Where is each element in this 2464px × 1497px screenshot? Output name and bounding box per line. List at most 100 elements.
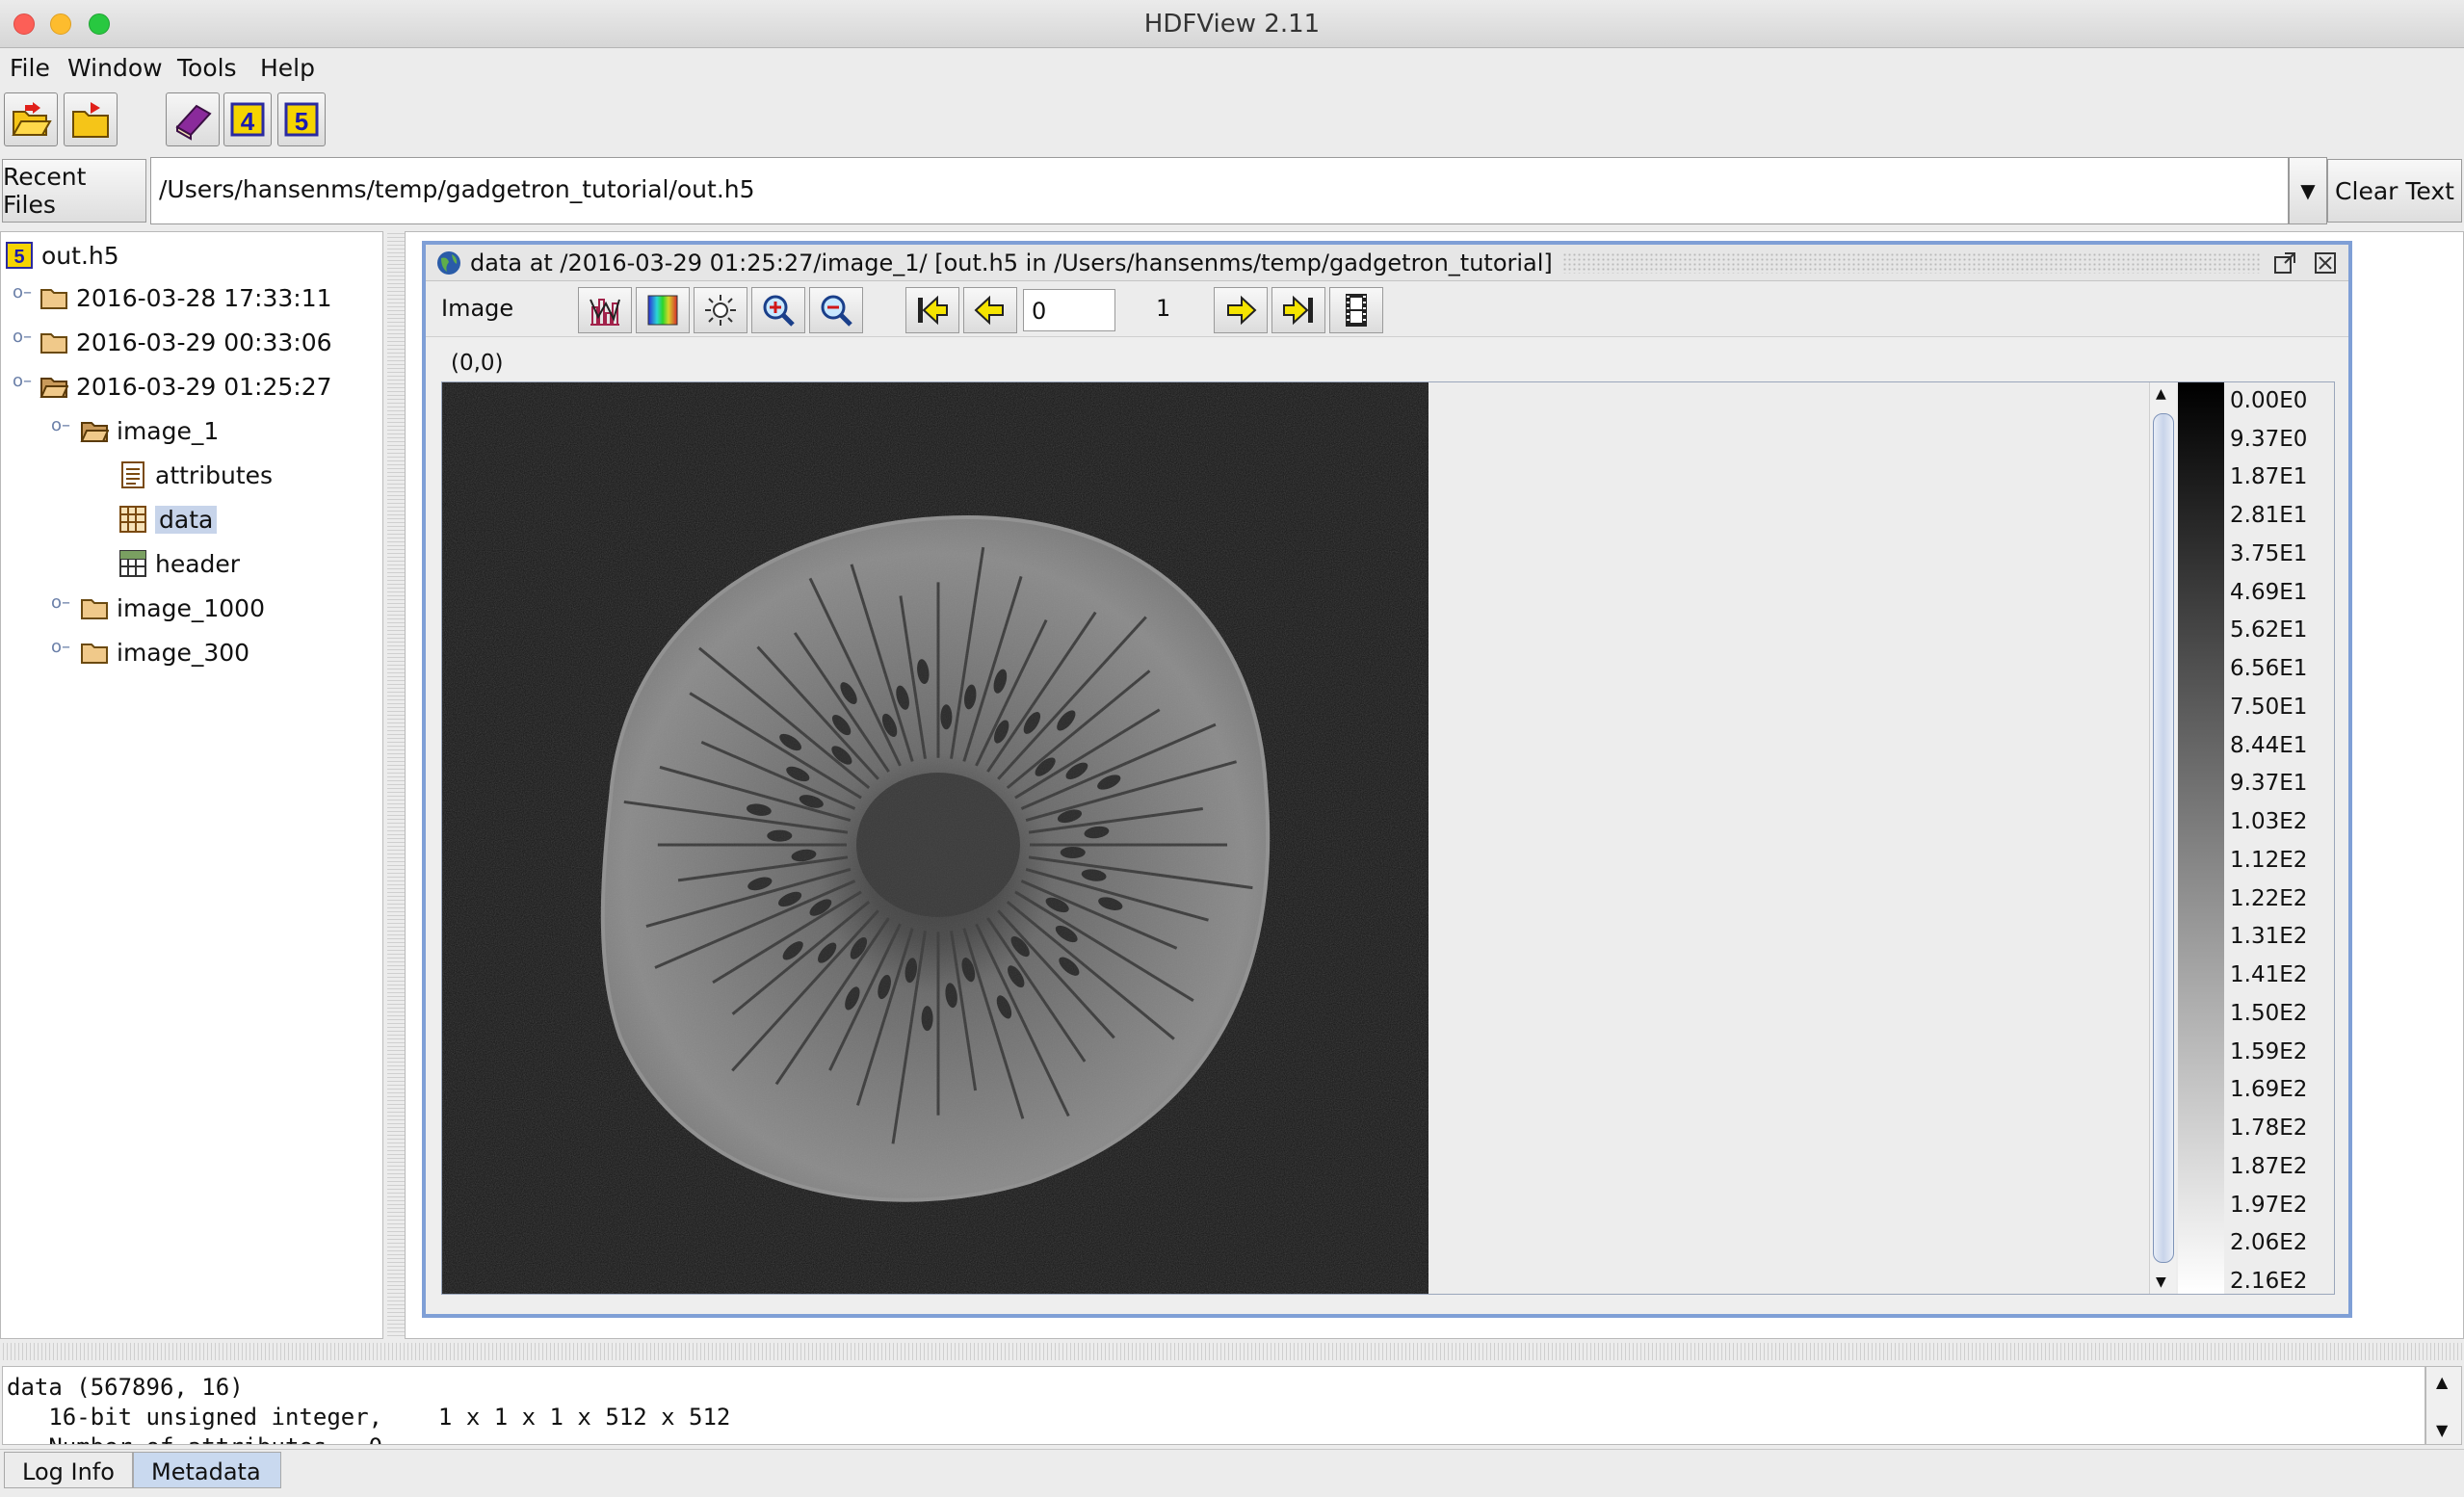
- open-folder-icon: [72, 102, 109, 138]
- zoom-in-button[interactable]: [751, 287, 805, 333]
- folder-icon: [81, 643, 108, 664]
- expand-icon[interactable]: o–: [51, 592, 70, 613]
- menu-tools[interactable]: Tools: [171, 52, 243, 84]
- palette-button[interactable]: [636, 287, 690, 333]
- menu-bar: File Window Tools Help: [0, 48, 2464, 87]
- hdf5-library-icon: 5: [284, 102, 319, 137]
- tab-log-info[interactable]: Log Info: [4, 1452, 133, 1488]
- animation-button[interactable]: [1329, 287, 1383, 333]
- zoom-in-icon: [763, 295, 795, 327]
- open-file-button[interactable]: [4, 92, 58, 146]
- globe-icon: [437, 250, 460, 275]
- info-scrollbar[interactable]: ▲ ▼: [2425, 1366, 2462, 1445]
- colorbar-tick-label: 9.37E0: [2230, 426, 2308, 452]
- folder-open-icon: [80, 422, 109, 442]
- brightness-button[interactable]: [694, 287, 747, 333]
- frame-number-input[interactable]: 0: [1023, 289, 1115, 331]
- recent-files-button[interactable]: Recent Files: [2, 159, 146, 223]
- tree-node-group[interactable]: 2016-03-29 00:33:06: [39, 321, 332, 363]
- histogram-button[interactable]: [578, 287, 632, 333]
- image-menu[interactable]: Image: [441, 295, 513, 322]
- film-strip-icon: [1346, 294, 1367, 327]
- expand-icon[interactable]: o–: [13, 282, 32, 302]
- horizontal-split-divider[interactable]: [0, 1343, 2464, 1360]
- tree-label: image_1: [117, 416, 220, 445]
- next-frame-button[interactable]: [1214, 287, 1268, 333]
- expand-icon[interactable]: o–: [13, 327, 32, 347]
- hdf5-file-icon: 5: [6, 242, 33, 269]
- open-folder-button[interactable]: [64, 92, 118, 146]
- tree-label: image_300: [117, 638, 250, 667]
- colorbar-tick-label: 6.56E1: [2230, 656, 2308, 682]
- colorbar-tick-label: 1.12E2: [2230, 847, 2308, 873]
- tree-node-attributes[interactable]: attributes: [118, 454, 273, 496]
- tree-node-group[interactable]: 2016-03-28 17:33:11: [39, 276, 332, 319]
- zoom-out-icon: [821, 295, 852, 327]
- colorbar-tick-label: 1.97E2: [2230, 1192, 2308, 1218]
- scroll-down-arrow-icon[interactable]: ▼: [2436, 1421, 2448, 1439]
- menu-help[interactable]: Help: [254, 52, 321, 84]
- scrollbar-thumb[interactable]: [2153, 413, 2174, 1263]
- colorbar-tick-label: 0.00E0: [2230, 388, 2308, 413]
- colorbar-tick-label: 1.87E2: [2230, 1153, 2308, 1179]
- colorbar-tick-label: 2.16E2: [2230, 1269, 2308, 1294]
- menu-window[interactable]: Window: [62, 52, 169, 84]
- hdf5-library-button[interactable]: 5: [277, 92, 326, 146]
- path-dropdown-button[interactable]: ▼: [2289, 157, 2327, 224]
- vertical-split-divider[interactable]: [387, 231, 405, 1339]
- previous-frame-button[interactable]: [963, 287, 1017, 333]
- pixel-coordinate-label: (0,0): [451, 351, 504, 376]
- tree-node-image-1000[interactable]: image_1000: [80, 587, 265, 629]
- palette-icon: [647, 295, 678, 326]
- scroll-up-arrow-icon[interactable]: ▲: [2156, 386, 2166, 402]
- collapse-icon[interactable]: o–: [51, 415, 70, 435]
- file-path-input[interactable]: /Users/hansenms/temp/gadgetron_tutorial/…: [150, 157, 2289, 224]
- collapse-icon[interactable]: o–: [13, 371, 32, 391]
- image-vertical-scrollbar[interactable]: ▲ ▼: [2149, 382, 2176, 1294]
- close-frame-button[interactable]: [2312, 250, 2339, 276]
- clear-text-button[interactable]: Clear Text: [2327, 159, 2462, 223]
- next-frame-icon: [1227, 295, 1257, 326]
- last-frame-button[interactable]: [1271, 287, 1325, 333]
- help-book-button[interactable]: [166, 92, 220, 146]
- tree-node-image-300[interactable]: image_300: [80, 631, 249, 673]
- tree-label: 2016-03-29 00:33:06: [76, 328, 332, 356]
- folder-icon: [40, 289, 67, 309]
- frame-title-bar[interactable]: data at /2016-03-29 01:25:27/image_1/ [o…: [426, 245, 2348, 281]
- zoom-out-button[interactable]: [809, 287, 863, 333]
- previous-frame-icon: [974, 295, 1004, 326]
- svg-text:5: 5: [13, 247, 24, 268]
- hdf4-library-button[interactable]: 4: [223, 92, 272, 146]
- tree-node-image-1[interactable]: image_1: [80, 409, 219, 452]
- colorbar-tick-label: 1.78E2: [2230, 1116, 2308, 1142]
- scroll-up-arrow-icon[interactable]: ▲: [2436, 1373, 2448, 1391]
- colorbar-tick-label: 1.87E1: [2230, 464, 2308, 490]
- scroll-down-arrow-icon[interactable]: ▼: [2156, 1274, 2166, 1290]
- expand-icon[interactable]: o–: [51, 637, 70, 657]
- tree-label: 2016-03-28 17:33:11: [76, 283, 332, 312]
- frame-total: 1: [1156, 295, 1171, 322]
- tab-metadata[interactable]: Metadata: [133, 1452, 281, 1488]
- colorbar-tick-label: 1.69E2: [2230, 1077, 2308, 1103]
- window-title: HDFView 2.11: [1143, 10, 1321, 39]
- colorbar-tick-label: 1.41E2: [2230, 962, 2308, 988]
- brightness-icon: [705, 295, 736, 326]
- menu-file[interactable]: File: [4, 52, 56, 84]
- colorbar-tick-label: 5.62E1: [2230, 617, 2308, 643]
- colorbar-gradient: [2178, 382, 2224, 1294]
- last-frame-icon: [1283, 295, 1313, 326]
- tree-node-group-open[interactable]: 2016-03-29 01:25:27: [39, 365, 332, 407]
- tree-node-data[interactable]: data: [118, 498, 218, 540]
- mri-image[interactable]: [442, 382, 1429, 1294]
- tree-node-root[interactable]: 5 out.h5: [5, 234, 119, 276]
- tree-label: image_1000: [117, 593, 265, 622]
- tree-node-header[interactable]: header: [118, 542, 240, 585]
- open-file-icon: [12, 102, 52, 136]
- tree-label-selected: data: [155, 505, 218, 534]
- info-line: data (567896, 16): [7, 1374, 244, 1401]
- maximize-frame-button[interactable]: [2271, 250, 2298, 276]
- frame-title: data at /2016-03-29 01:25:27/image_1/ [o…: [470, 249, 1553, 276]
- colorbar-tick-label: 7.50E1: [2230, 694, 2308, 720]
- bottom-tab-bar: Log Info Metadata: [0, 1449, 2464, 1491]
- first-frame-button[interactable]: [905, 287, 959, 333]
